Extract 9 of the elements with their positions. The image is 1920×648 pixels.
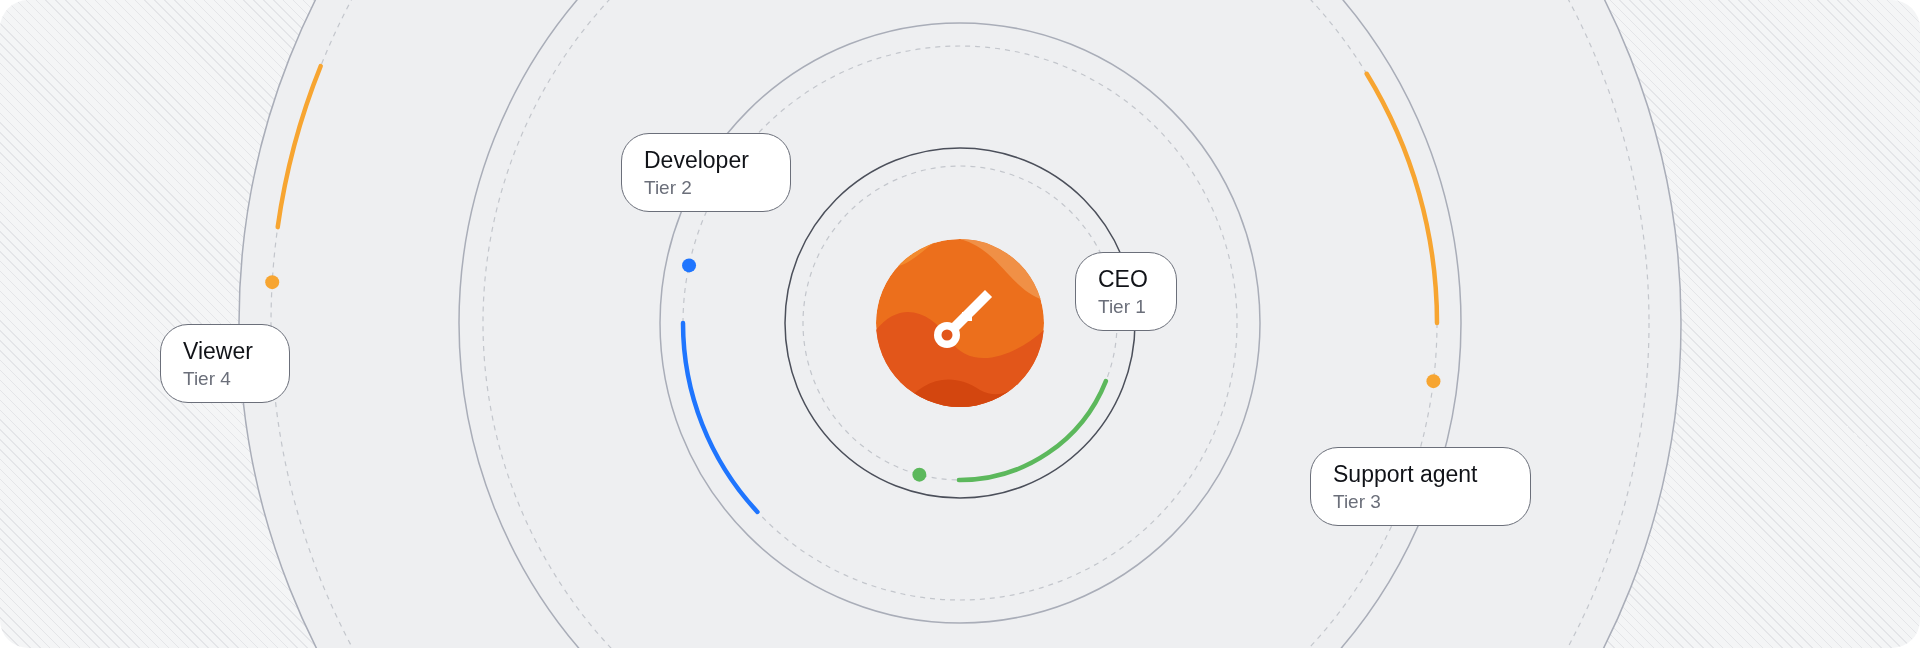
key-icon: [934, 292, 990, 348]
role-title: Support agent: [1333, 460, 1479, 489]
tier-label: Tier 2: [644, 176, 693, 200]
role-title: CEO: [1098, 265, 1149, 294]
tier-label: Tier 4: [183, 367, 232, 391]
tier-label: Tier 3: [1333, 490, 1382, 514]
tier-label: Tier 1: [1098, 295, 1147, 319]
role-title: Developer: [644, 146, 750, 175]
role-title: Viewer: [183, 337, 254, 366]
